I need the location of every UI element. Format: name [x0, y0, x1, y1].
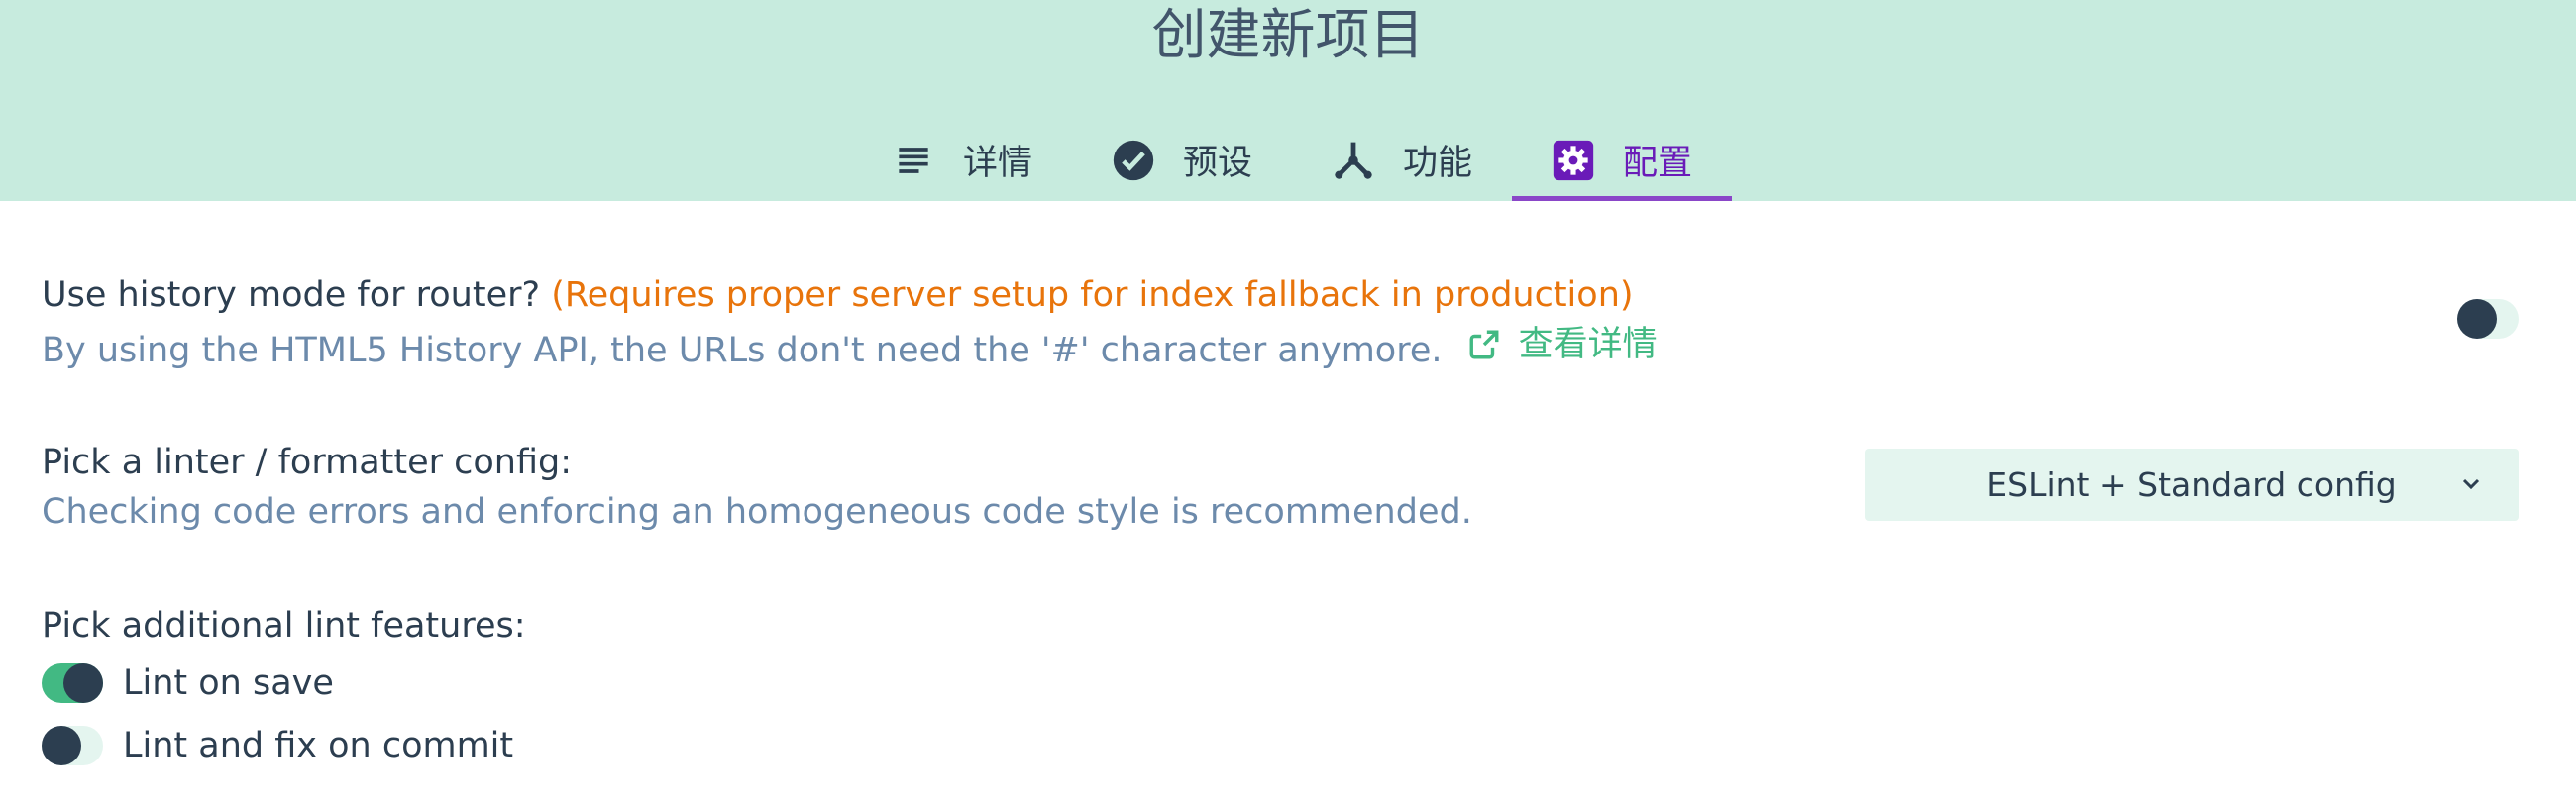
linter-description: Checking code errors and enforcing an ho… [42, 492, 1472, 532]
router-history-toggle[interactable] [2457, 299, 2519, 339]
lint-on-save-toggle[interactable] [42, 663, 103, 703]
page-title: 创建新项目 [1151, 3, 1425, 66]
gear-icon [1553, 140, 1594, 180]
fork-icon [1335, 142, 1372, 179]
router-description: By using the HTML5 History API, the URLs… [42, 331, 1443, 370]
linter-config-select[interactable]: ESLint + Standard config [1865, 449, 2519, 521]
external-link-icon [1469, 330, 1499, 359]
tab-features[interactable]: 功能 [1292, 119, 1512, 201]
header: 创建新项目 详情 预设 功能 配置 [0, 0, 2576, 201]
lint-on-save-label: Lint on save [123, 663, 334, 703]
lint-fix-on-commit-option[interactable]: Lint and fix on commit [42, 726, 513, 765]
lint-features: Pick additional lint features: [42, 601, 526, 651]
toggle-knob [63, 663, 103, 703]
linter-selected-value: ESLint + Standard config [1986, 465, 2397, 504]
lint-fix-on-commit-toggle[interactable] [42, 726, 103, 765]
toggle-knob [42, 726, 81, 765]
router-label: Use history mode for router? [42, 275, 541, 315]
lint-fix-on-commit-label: Lint and fix on commit [123, 726, 514, 765]
tab-details[interactable]: 详情 [852, 119, 1072, 201]
lint-on-save-option[interactable]: Lint on save [42, 663, 334, 703]
router-option: Use history mode for router? (Requires p… [42, 270, 1658, 375]
tab-config-label: 配置 [1623, 144, 1693, 183]
tab-presets[interactable]: 预设 [1072, 119, 1292, 201]
more-info-label: 查看详情 [1518, 325, 1658, 364]
tab-details-label: 详情 [963, 144, 1033, 183]
lint-features-label: Pick additional lint features: [42, 606, 526, 646]
more-info-link[interactable]: 查看详情 [1453, 320, 1658, 369]
check-circle-icon [1113, 140, 1154, 180]
router-warning: (Requires proper server setup for index … [551, 275, 1634, 315]
linter-option: Pick a linter / formatter config: Checki… [42, 438, 1472, 537]
tab-features-label: 功能 [1403, 144, 1473, 183]
chevron-down-icon [2462, 478, 2480, 490]
tab-bar: 详情 预设 功能 配置 [852, 119, 1733, 201]
tab-presets-label: 预设 [1183, 144, 1253, 183]
tab-config[interactable]: 配置 [1512, 119, 1733, 201]
linter-label: Pick a linter / formatter config: [42, 443, 573, 482]
list-icon [899, 147, 928, 173]
toggle-knob [2457, 299, 2497, 339]
